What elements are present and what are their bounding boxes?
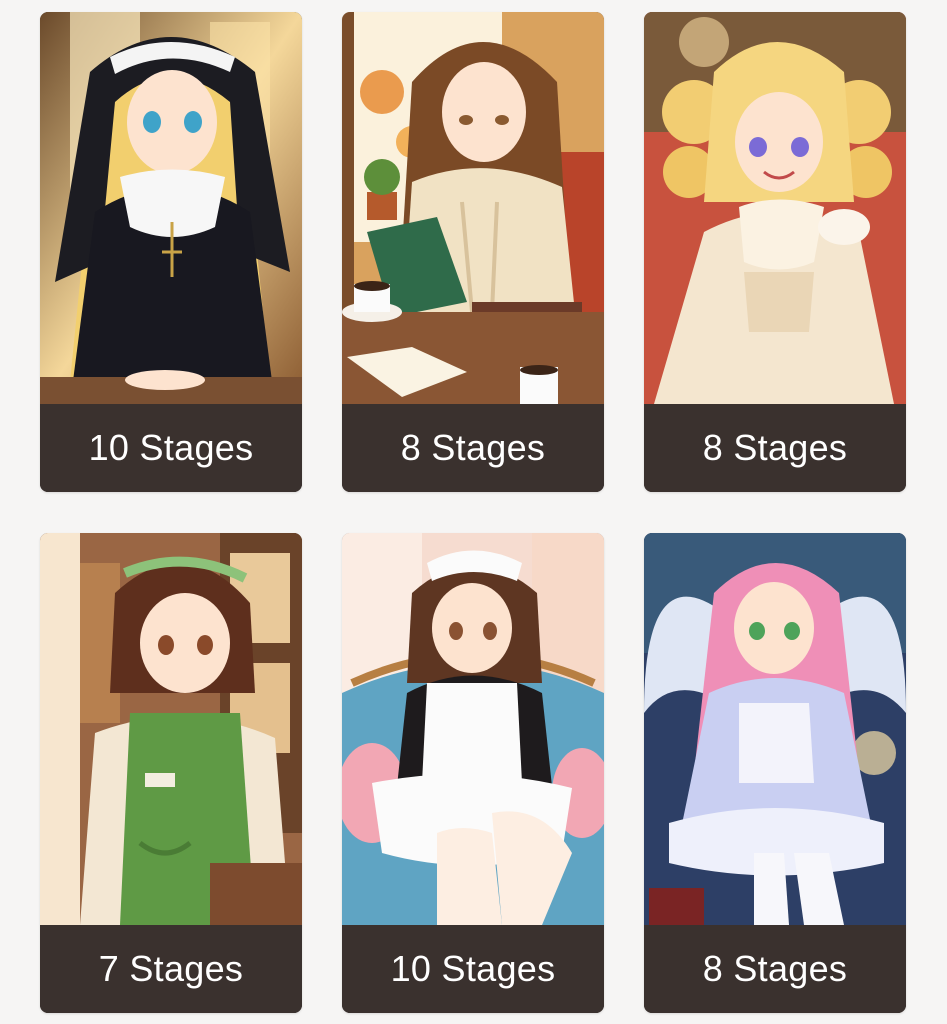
stages-count-label: 8 Stages	[400, 427, 546, 468]
stages-count-label: 10 Stages	[390, 948, 556, 989]
lace-dress-illustration	[644, 12, 906, 404]
stages-count-label: 10 Stages	[88, 427, 254, 468]
stages-label-bar: 8 Stages	[644, 925, 906, 1013]
stage-card-nun[interactable]: 10 Stages	[40, 12, 302, 492]
stage-card-angel[interactable]: 8 Stages	[644, 533, 906, 1013]
character-thumbnail-reading	[342, 12, 604, 404]
stage-card-cafe-apron[interactable]: 7 Stages	[40, 533, 302, 1013]
stage-card-maid[interactable]: 10 Stages	[342, 533, 604, 1013]
stages-label-bar: 8 Stages	[644, 404, 906, 492]
stages-count-label: 8 Stages	[702, 948, 848, 989]
stages-label-bar: 7 Stages	[40, 925, 302, 1013]
reading-illustration	[342, 12, 604, 404]
stage-card-grid: 10 Stages 8 Stages 8 Stages 7 Stages 10 …	[0, 0, 947, 1024]
nun-illustration	[40, 12, 302, 404]
cafe-apron-illustration	[40, 533, 302, 925]
stages-label-bar: 10 Stages	[40, 404, 302, 492]
stage-card-reading[interactable]: 8 Stages	[342, 12, 604, 492]
angel-illustration	[644, 533, 906, 925]
stages-label-bar: 8 Stages	[342, 404, 604, 492]
character-thumbnail-nun	[40, 12, 302, 404]
character-thumbnail-lace-dress	[644, 12, 906, 404]
maid-illustration	[342, 533, 604, 925]
character-thumbnail-angel	[644, 533, 906, 925]
stages-count-label: 8 Stages	[702, 427, 848, 468]
stages-label-bar: 10 Stages	[342, 925, 604, 1013]
stage-card-lace-dress[interactable]: 8 Stages	[644, 12, 906, 492]
character-thumbnail-cafe-apron	[40, 533, 302, 925]
stages-count-label: 7 Stages	[98, 948, 244, 989]
character-thumbnail-maid	[342, 533, 604, 925]
